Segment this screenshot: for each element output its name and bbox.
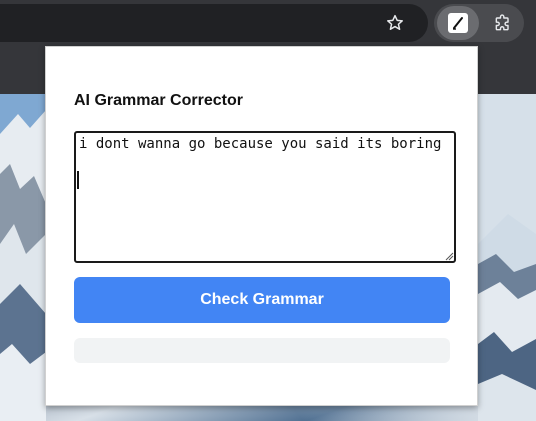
puzzle-icon — [495, 14, 509, 31]
grammar-extension-button[interactable] — [437, 6, 479, 40]
star-icon — [387, 14, 403, 30]
text-input[interactable] — [74, 131, 456, 263]
resize-grip-icon[interactable] — [444, 251, 454, 261]
result-output — [74, 338, 450, 363]
check-grammar-button[interactable]: Check Grammar — [74, 277, 450, 323]
bookmark-button[interactable] — [378, 7, 412, 39]
mountain-image-left — [0, 94, 46, 421]
pen-icon — [448, 13, 468, 33]
extensions-menu-button[interactable] — [484, 6, 522, 40]
browser-toolbar — [0, 0, 536, 46]
mountain-image-right — [478, 94, 536, 421]
address-bar[interactable] — [0, 4, 428, 42]
popup-title: AI Grammar Corrector — [74, 92, 243, 109]
text-cursor — [77, 171, 79, 189]
grammar-corrector-popup: AI Grammar Corrector Check Grammar — [45, 46, 478, 406]
